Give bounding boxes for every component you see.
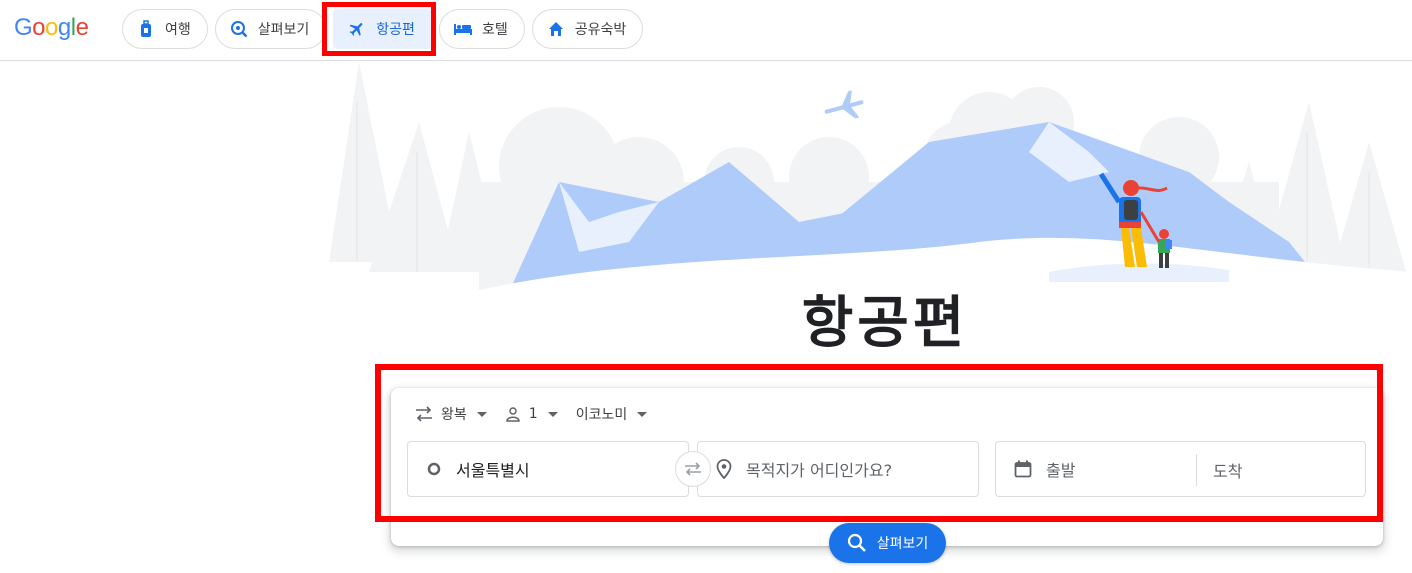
search-icon [847, 533, 867, 553]
hotel-bed-icon [453, 20, 472, 38]
home-icon [547, 20, 565, 38]
nav-vacation-rentals[interactable]: 공유숙박 [531, 9, 644, 49]
highlight-box-search-form [375, 364, 1383, 522]
google-logo[interactable]: Google [14, 14, 89, 42]
highlight-box-flights-tab [322, 2, 436, 56]
nav-vacation-rentals-label: 공유숙박 [574, 22, 627, 38]
hero-illustration [329, 62, 1412, 297]
luggage-icon [137, 20, 155, 38]
top-header: Google 여행 살펴보기 항공편 호텔 공유숙박 [0, 0, 1412, 61]
nav-explore-label: 살펴보기 [257, 22, 310, 38]
nav-travel[interactable]: 여행 [122, 9, 208, 49]
explore-search-label: 살펴보기 [876, 536, 929, 552]
nav-hotels[interactable]: 호텔 [438, 9, 525, 49]
explore-search-button[interactable]: 살펴보기 [829, 523, 946, 563]
explore-search-icon [230, 20, 248, 38]
nav-hotels-label: 호텔 [481, 22, 508, 38]
swap-locations-button[interactable] [675, 451, 711, 487]
nav-explore[interactable]: 살펴보기 [214, 9, 327, 49]
swap-icon [683, 461, 703, 477]
nav-travel-label: 여행 [165, 22, 191, 38]
page-title: 항공편 [801, 291, 969, 356]
